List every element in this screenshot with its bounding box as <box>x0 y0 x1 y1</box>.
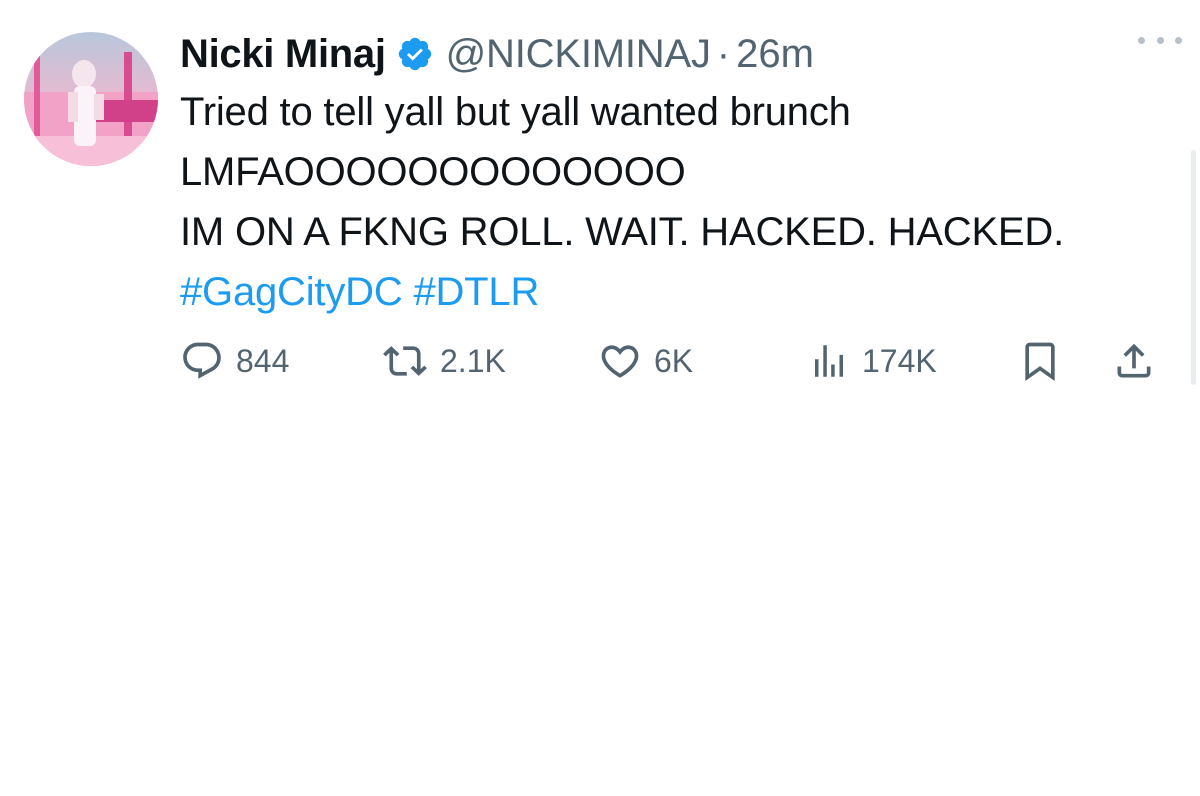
views-button[interactable]: 174K <box>808 336 937 386</box>
tweet-actions: 844 2.1K 6K 174K <box>180 336 1170 386</box>
views-count: 174K <box>862 342 937 379</box>
retweet-count: 2.1K <box>440 342 506 379</box>
hashtag-link[interactable]: #GagCityDC <box>180 270 403 314</box>
tweet-text: Tried to tell yall but yall wanted brunc… <box>180 82 1170 322</box>
avatar-image <box>24 32 158 166</box>
views-icon <box>815 345 843 377</box>
separator-dot: · <box>716 31 731 76</box>
retweet-button[interactable]: 2.1K <box>382 336 506 386</box>
tweet-text-line: LMFAOOOOOOOOOOOOO <box>180 150 686 194</box>
tweet-text-line: Tried to tell yall but yall wanted brunc… <box>180 90 851 134</box>
tweet[interactable]: Nicki Minaj @NICKIMINAJ · 26m Tried to t… <box>0 0 1200 796</box>
more-icon[interactable] <box>1138 30 1182 50</box>
hashtags: #GagCityDC #DTLR <box>180 262 1170 322</box>
reply-icon <box>183 342 221 379</box>
handle[interactable]: @NICKIMINAJ <box>446 32 711 77</box>
display-name[interactable]: Nicki Minaj <box>180 32 386 77</box>
tweet-content: Nicki Minaj @NICKIMINAJ · 26m Tried to t… <box>180 26 1170 322</box>
tweet-header: Nicki Minaj @NICKIMINAJ · 26m <box>180 26 1170 82</box>
verified-badge-icon <box>396 35 434 73</box>
reply-button[interactable]: 844 <box>180 336 289 386</box>
share-button[interactable] <box>1112 336 1156 386</box>
retweet-icon <box>383 346 427 376</box>
like-button[interactable]: 6K <box>598 336 693 386</box>
like-count: 6K <box>654 342 694 379</box>
reply-count: 844 <box>236 342 290 379</box>
timestamp[interactable]: 26m <box>736 32 814 77</box>
bookmark-button[interactable] <box>1018 336 1062 386</box>
bookmark-icon <box>1025 342 1055 382</box>
tweet-text-line: IM ON A FKNG ROLL. WAIT. HACKED. HACKED. <box>180 210 1065 254</box>
scrollbar[interactable] <box>1191 150 1196 385</box>
hashtag-link[interactable]: #DTLR <box>413 270 539 314</box>
heart-icon <box>601 345 639 378</box>
avatar[interactable] <box>24 32 158 166</box>
share-icon <box>1117 343 1151 378</box>
